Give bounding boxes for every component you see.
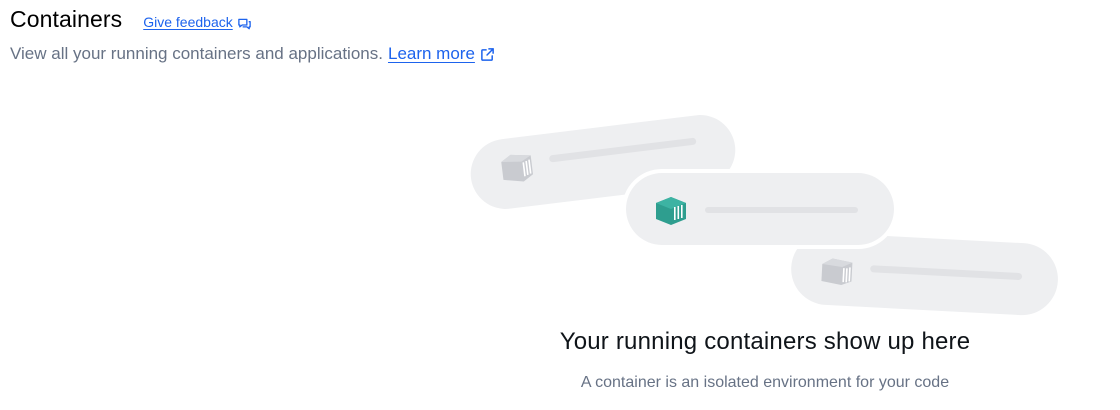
container-icon	[821, 258, 853, 286]
empty-state-title: Your running containers show up here	[559, 328, 971, 355]
containers-page: Containers Give feedback View all your r…	[0, 0, 1120, 410]
empty-state-description: A container is an isolated environment f…	[580, 374, 950, 391]
